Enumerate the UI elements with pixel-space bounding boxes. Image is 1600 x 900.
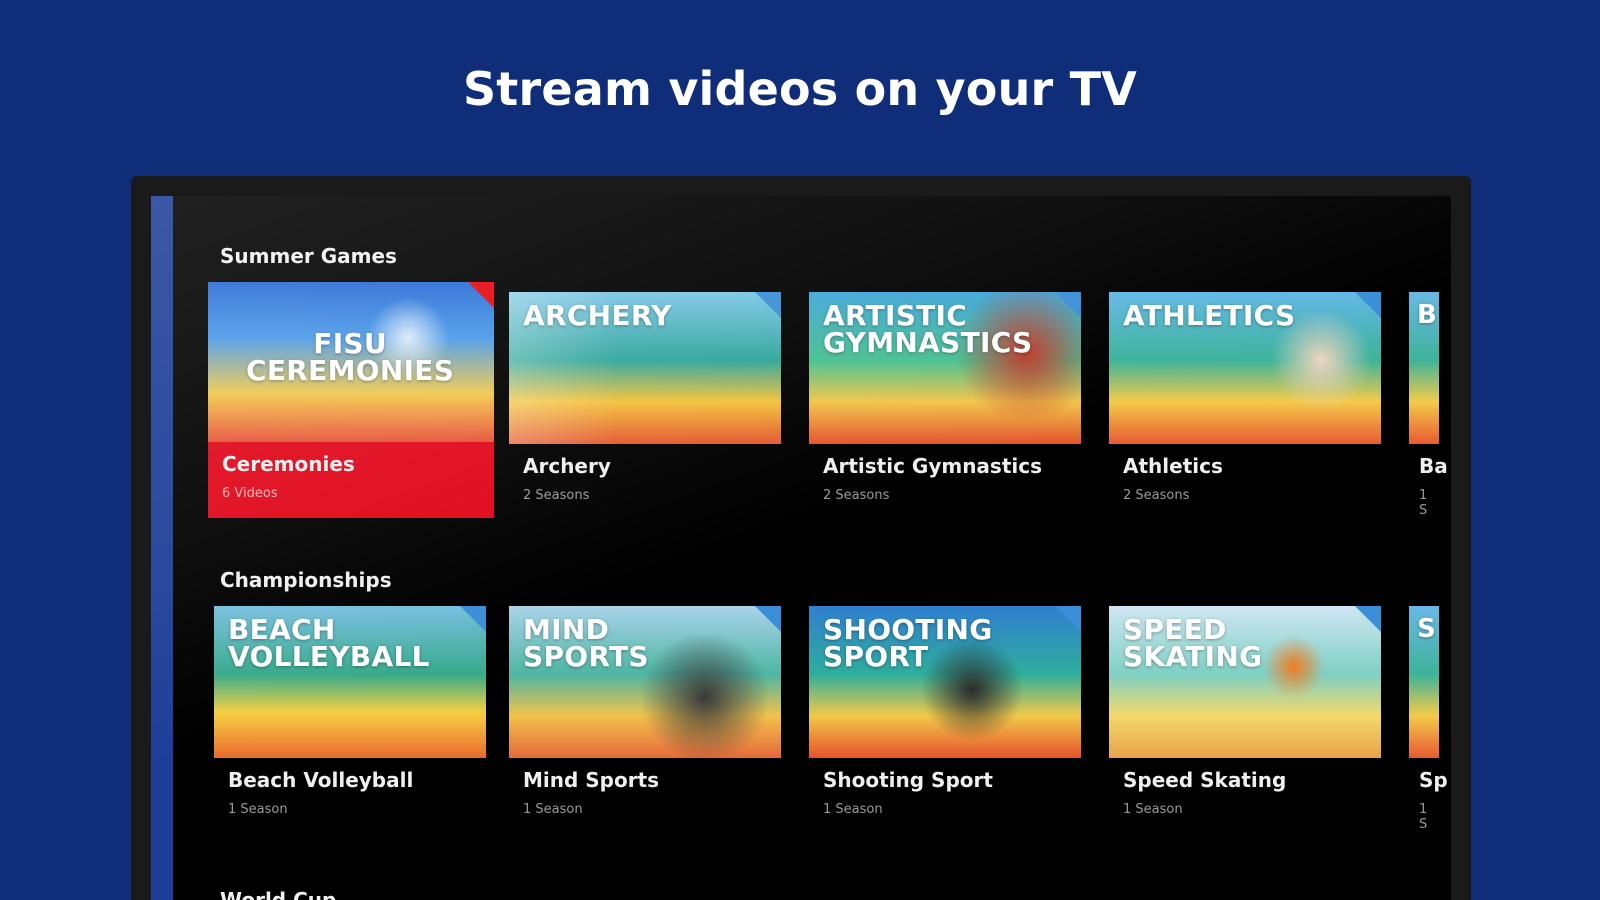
card-thumbnail: ARTISTIC GYMNASTICS [809,292,1081,444]
card-name: Athletics [1123,454,1223,478]
card-meta: 6 Videos [222,486,278,501]
card-speed-skating[interactable]: SPEED SKATING Speed Skating 1 Season [1109,606,1381,836]
card-meta: 1 Season [823,802,883,817]
card-partial-next[interactable]: S Sp 1 S [1409,606,1448,836]
card-info: Athletics 2 Seasons [1109,444,1381,522]
thumbnail-title: S [1417,614,1437,644]
section-title-world-cup: World Cup [220,888,337,900]
thumbnail-title: ARTISTIC GYMNASTICS [823,299,1033,359]
corner-badge [1355,606,1381,632]
corner-badge [1355,292,1381,318]
thumbnail-title: ARCHERY [523,299,672,332]
corner-badge [755,606,781,632]
card-info: Artistic Gymnastics 2 Seasons [809,444,1081,522]
card-partial-next[interactable]: B Ba 1 S [1409,292,1448,522]
card-archery[interactable]: ARCHERY Archery 2 Seasons [509,292,781,522]
card-meta: 1 Season [228,802,288,817]
card-info: Sp 1 S [1409,758,1448,836]
card-thumbnail: MIND SPORTS [509,606,781,758]
section-title-summer-games: Summer Games [220,244,397,268]
card-thumbnail: B [1409,292,1439,444]
card-thumbnail: SHOOTING SPORT [809,606,1081,758]
card-meta: 1 Season [1123,802,1183,817]
card-thumbnail: ARCHERY [509,292,781,444]
card-name: Ceremonies [222,452,355,476]
thumbnail-title: SPEED SKATING [1123,613,1263,673]
card-meta: 2 Seasons [523,488,590,503]
card-meta: 1 S [1419,802,1428,832]
card-info: Beach Volleyball 1 Season [214,758,486,836]
card-thumbnail: ATHLETICS [1109,292,1381,444]
card-name: Mind Sports [523,768,660,792]
card-artistic-gymnastics[interactable]: ARTISTIC GYMNASTICS Artistic Gymnastics … [809,292,1081,522]
section-title-championships: Championships [220,568,392,592]
card-name: Shooting Sport [823,768,993,792]
card-info: Ceremonies 6 Videos [208,442,494,518]
card-meta: 2 Seasons [823,488,890,503]
card-thumbnail: FISU CEREMONIES [208,282,494,442]
corner-badge [468,282,494,308]
thumbnail-title: MIND SPORTS [523,613,649,673]
row-summer-games: FISU CEREMONIES Ceremonies 6 Videos ARCH… [208,282,1451,542]
card-thumbnail: BEACH VOLLEYBALL [214,606,486,758]
card-athletics[interactable]: ATHLETICS Athletics 2 Seasons [1109,292,1381,522]
thumbnail-title: B [1417,300,1438,330]
card-meta: 1 Season [523,802,583,817]
card-name: Speed Skating [1123,768,1287,792]
thumbnail-title: BEACH VOLLEYBALL [228,613,430,673]
card-name: Beach Volleyball [228,768,414,792]
card-name: Artistic Gymnastics [823,454,1043,478]
card-meta: 1 S [1419,488,1428,518]
tv-frame: Summer Games FISU CEREMONIES Ceremonies … [131,176,1471,900]
card-info: Speed Skating 1 Season [1109,758,1381,836]
thumbnail-title: ATHLETICS [1123,299,1296,332]
card-name: Ba [1419,454,1448,478]
card-info: Mind Sports 1 Season [509,758,781,836]
card-info: Shooting Sport 1 Season [809,758,1081,836]
card-meta: 2 Seasons [1123,488,1190,503]
tv-screen: Summer Games FISU CEREMONIES Ceremonies … [151,196,1451,900]
card-info: Ba 1 S [1409,444,1448,522]
page-headline: Stream videos on your TV [462,62,1138,116]
card-shooting-sport[interactable]: SHOOTING SPORT Shooting Sport 1 Season [809,606,1081,836]
corner-badge [1055,292,1081,318]
side-nav-strip[interactable] [151,196,173,900]
row-championships: BEACH VOLLEYBALL Beach Volleyball 1 Seas… [214,606,1451,856]
card-mind-sports[interactable]: MIND SPORTS Mind Sports 1 Season [509,606,781,836]
card-thumbnail: SPEED SKATING [1109,606,1381,758]
thumbnail-title: FISU CEREMONIES [246,327,455,387]
card-thumbnail: S [1409,606,1439,758]
card-name: Sp [1419,768,1448,792]
corner-badge [1055,606,1081,632]
card-name: Archery [523,454,611,478]
thumbnail-title: SHOOTING SPORT [823,613,993,673]
corner-badge [755,292,781,318]
card-beach-volleyball[interactable]: BEACH VOLLEYBALL Beach Volleyball 1 Seas… [214,606,486,836]
card-info: Archery 2 Seasons [509,444,781,522]
corner-badge [460,606,486,632]
card-ceremonies[interactable]: FISU CEREMONIES Ceremonies 6 Videos [208,282,494,518]
